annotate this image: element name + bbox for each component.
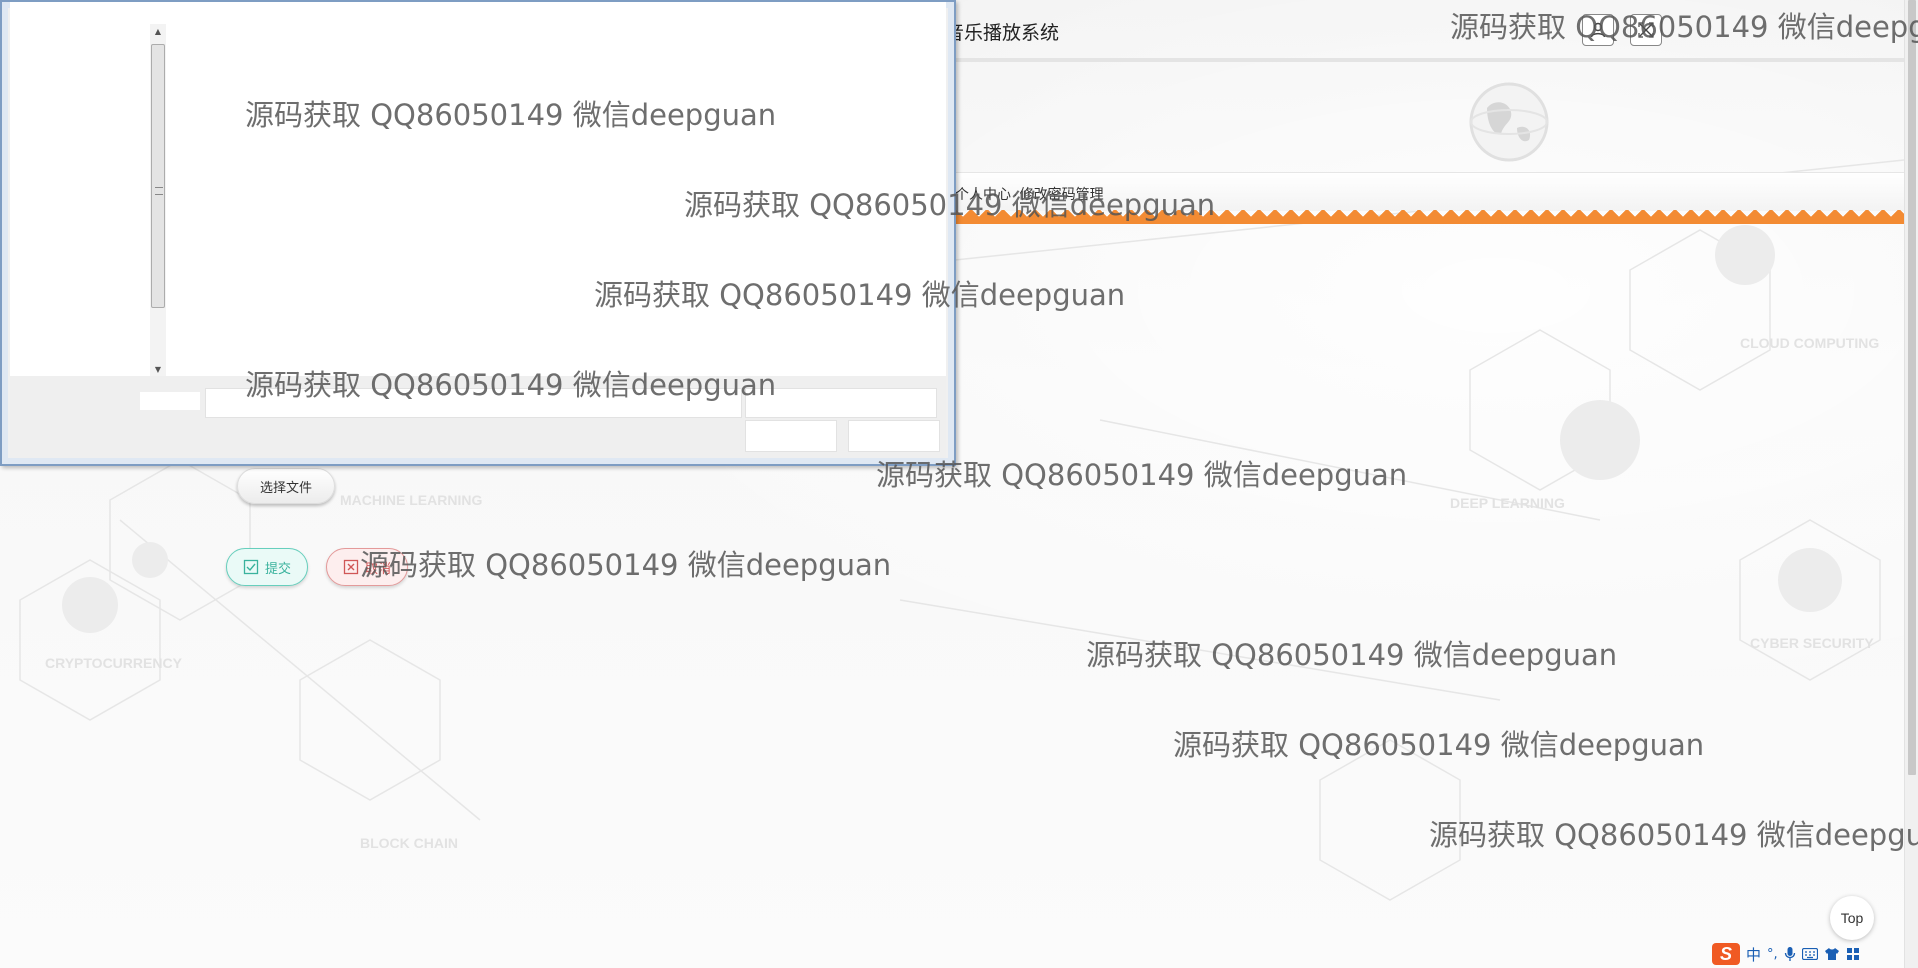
dialog-cancel-button[interactable] (848, 420, 940, 452)
breadcrumb-separator: · (1013, 186, 1018, 202)
dialog-footer (10, 376, 946, 458)
page-scrollbar[interactable] (1904, 0, 1918, 968)
submit-button[interactable]: 提交 (226, 548, 308, 586)
ime-toolbar[interactable]: S 中 °, (1712, 942, 1860, 966)
exit-icon (1638, 22, 1654, 38)
dialog-file-list[interactable]: ▲ ▼ (10, 2, 946, 376)
back-to-top-button[interactable]: Top (1830, 896, 1874, 940)
keyboard-icon[interactable] (1801, 948, 1818, 960)
scroll-up-arrow-icon[interactable]: ▲ (150, 24, 166, 38)
check-square-icon (243, 559, 259, 575)
orange-zigzag-divider (955, 210, 1904, 224)
file-list-scrollbar[interactable]: ▲ ▼ (150, 24, 166, 376)
ime-lang-toggle[interactable]: 中 (1746, 944, 1761, 965)
ime-punct-toggle[interactable]: °, (1767, 947, 1778, 962)
breadcrumb: 个人中心 · 修改密码管理 (955, 184, 1104, 204)
scroll-grip-icon (155, 187, 163, 195)
cancel-button-label: 取消 (364, 560, 391, 576)
grid-icon[interactable] (1846, 947, 1860, 961)
submit-button-label: 提交 (264, 560, 291, 576)
page-title: 音乐播放系统 (945, 23, 1060, 44)
globe-icon (1469, 82, 1549, 162)
bg-label-block: BLOCK CHAIN (360, 835, 458, 851)
bg-label-ml: MACHINE LEARNING (340, 492, 482, 508)
file-open-dialog[interactable]: ▲ ▼ (0, 0, 956, 466)
choose-file-button[interactable]: 选择文件 (237, 468, 335, 504)
user-center-button[interactable] (1582, 14, 1614, 46)
scroll-down-arrow-icon[interactable]: ▼ (150, 362, 166, 376)
breadcrumb-item-center[interactable]: 个人中心 (955, 186, 1011, 202)
breadcrumb-item-current: 修改密码管理 (1019, 186, 1104, 202)
sogou-logo[interactable]: S (1712, 943, 1740, 965)
cancel-button[interactable]: 取消 (326, 548, 408, 586)
exit-button[interactable] (1630, 14, 1662, 46)
bg-label-deep: DEEP LEARNING (1450, 495, 1565, 511)
dialog-open-button[interactable] (745, 420, 837, 452)
bg-label-security: CYBER SECURITY (1750, 635, 1874, 651)
file-name-input[interactable] (205, 388, 742, 418)
bg-label-cloud: CLOUD COMPUTING (1740, 335, 1879, 351)
file-type-select[interactable] (745, 388, 937, 418)
user-icon (1590, 22, 1606, 38)
page-scrollbar-thumb[interactable] (1908, 0, 1916, 775)
file-list-scroll-thumb[interactable] (151, 44, 165, 308)
bg-label-crypto: CRYPTOCURRENCY (45, 655, 183, 671)
header-divider (955, 58, 1904, 62)
file-name-label (140, 392, 200, 410)
shirt-icon[interactable] (1824, 947, 1840, 961)
mic-icon[interactable] (1784, 946, 1796, 962)
close-square-icon (343, 559, 359, 575)
